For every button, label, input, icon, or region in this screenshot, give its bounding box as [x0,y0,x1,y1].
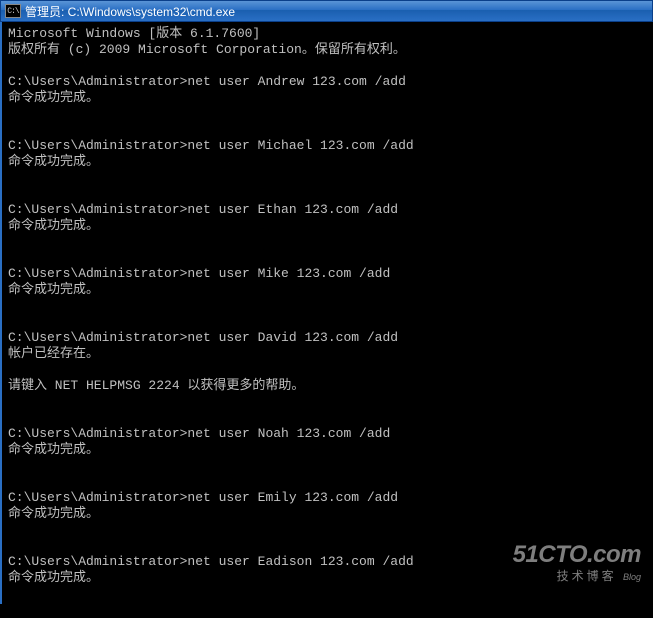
blank-line [8,234,647,250]
result-success: 命令成功完成。 [8,442,647,458]
blank-line [8,298,647,314]
blank-line [8,602,647,618]
blank-line [8,122,647,138]
blank-line [8,522,647,538]
terminal-output[interactable]: Microsoft Windows [版本 6.1.7600]版权所有 (c) … [0,22,653,604]
result-success: 命令成功完成。 [8,90,647,106]
result-success: 命令成功完成。 [8,282,647,298]
command-line: C:\Users\Administrator>net user Michael … [8,138,647,154]
blank-line [8,474,647,490]
copyright-line: 版权所有 (c) 2009 Microsoft Corporation。保留所有… [8,42,647,58]
blank-line [8,394,647,410]
result-success: 命令成功完成。 [8,218,647,234]
command-line: C:\Users\Administrator>net user Emily 12… [8,490,647,506]
result-error: 帐户已经存在。 [8,346,647,362]
command-line: C:\Users\Administrator>net user Noah 123… [8,426,647,442]
blank-line [8,538,647,554]
blank-line [8,458,647,474]
window-titlebar[interactable]: C:\ 管理员: C:\Windows\system32\cmd.exe [0,0,653,22]
blank-line [8,410,647,426]
result-success: 命令成功完成。 [8,570,647,586]
help-msg: 请键入 NET HELPMSG 2224 以获得更多的帮助。 [8,378,647,394]
result-success: 命令成功完成。 [8,506,647,522]
blank-line [8,106,647,122]
blank-line [8,186,647,202]
version-line: Microsoft Windows [版本 6.1.7600] [8,26,647,42]
blank-line [8,314,647,330]
window-title: 管理员: C:\Windows\system32\cmd.exe [25,3,235,20]
blank-line [8,362,647,378]
blank-line [8,586,647,602]
command-line: C:\Users\Administrator>net user Andrew 1… [8,74,647,90]
blank-line [8,250,647,266]
command-line: C:\Users\Administrator>net user Eadison … [8,554,647,570]
blank-line [8,170,647,186]
command-line: C:\Users\Administrator>net user David 12… [8,330,647,346]
blank-line [8,58,647,74]
result-success: 命令成功完成。 [8,154,647,170]
cmd-icon: C:\ [5,4,21,18]
command-line: C:\Users\Administrator>net user Ethan 12… [8,202,647,218]
command-line: C:\Users\Administrator>net user Mike 123… [8,266,647,282]
